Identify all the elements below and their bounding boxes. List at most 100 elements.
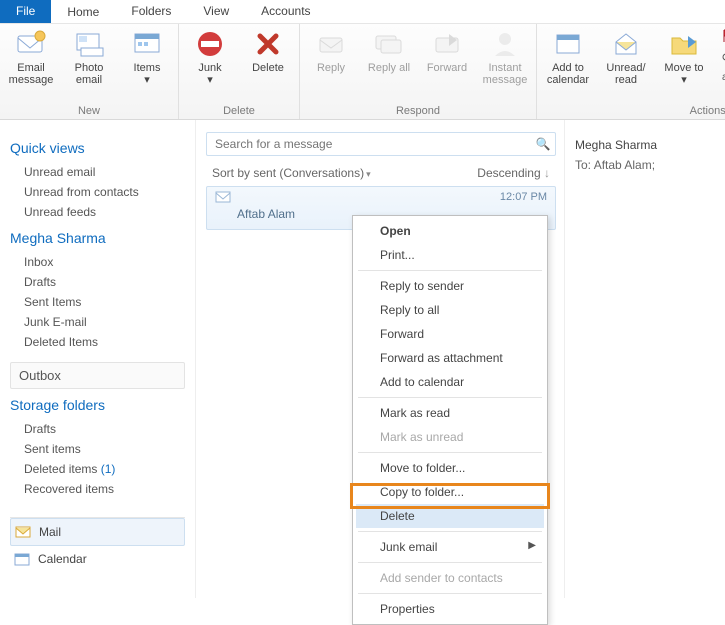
ribbon: Email message Photo email Items▾ New [0, 24, 725, 120]
x-delete-icon [252, 28, 284, 60]
unread-read-label: Unread/ read [601, 62, 651, 86]
person-icon [489, 28, 521, 60]
tab-view[interactable]: View [187, 0, 245, 23]
reading-from: Megha Sharma [575, 138, 715, 152]
storage-folders-header[interactable]: Storage folders [10, 397, 185, 413]
envelope-open-icon [610, 28, 642, 60]
sidebar-item-inbox[interactable]: Inbox [10, 252, 185, 272]
reading-to: To: Aftab Alam; [575, 158, 715, 172]
instant-message-button[interactable]: Instant message [480, 28, 530, 86]
photo-email-label: Photo email [64, 62, 114, 86]
encoding-icon: a字 [721, 68, 725, 84]
sidebar-item-unread-contacts[interactable]: Unread from contacts [10, 182, 185, 202]
watch-button[interactable]: Watch [721, 48, 725, 64]
group-actions: Add to calendar Unread/ read Move to▾ Fl… [537, 24, 725, 119]
ctx-sep [358, 593, 542, 594]
forward-icon [431, 28, 463, 60]
tab-home[interactable]: Home [51, 0, 115, 23]
account-header[interactable]: Megha Sharma [10, 230, 185, 246]
tab-accounts[interactable]: Accounts [245, 0, 326, 23]
ctx-reply-sender[interactable]: Reply to sender [356, 274, 544, 298]
calendar-icon [552, 28, 584, 60]
ctx-reply-all[interactable]: Reply to all [356, 298, 544, 322]
sort-by-dropdown[interactable]: Sort by sent (Conversations) [212, 166, 371, 180]
ctx-properties[interactable]: Properties [356, 597, 544, 621]
group-new: Email message Photo email Items▾ New [0, 24, 179, 119]
sort-order-toggle[interactable]: Descending [477, 166, 550, 180]
calendar-small-icon [14, 552, 30, 566]
ctx-copy-to[interactable]: Copy to folder... [356, 480, 544, 504]
photo-email-icon [73, 28, 105, 60]
nav-calendar[interactable]: Calendar [10, 546, 185, 572]
nav-mail[interactable]: Mail [10, 518, 185, 546]
group-respond-label: Respond [306, 103, 530, 117]
ctx-add-sender[interactable]: Add sender to contacts [356, 566, 544, 590]
reply-icon [315, 28, 347, 60]
group-delete-label: Delete [185, 103, 293, 117]
email-message-label: Email message [6, 62, 56, 86]
junk-label: Junk▾ [198, 62, 221, 86]
group-actions-label: Actions [543, 103, 725, 117]
ctx-mark-unread[interactable]: Mark as unread [356, 425, 544, 449]
glasses-icon [721, 48, 725, 64]
sidebar-item-sf-drafts[interactable]: Drafts [10, 419, 185, 439]
ctx-open[interactable]: Open [356, 219, 544, 243]
sidebar-item-sf-recovered[interactable]: Recovered items [10, 479, 185, 499]
unread-read-button[interactable]: Unread/ read [601, 28, 651, 86]
ctx-sep [358, 270, 542, 271]
folder-move-icon [668, 28, 700, 60]
outbox-section[interactable]: Outbox [10, 362, 185, 389]
items-label: Items▾ [134, 62, 161, 86]
sidebar-item-sf-sent[interactable]: Sent items [10, 439, 185, 459]
search-icon[interactable]: 🔍 [531, 137, 555, 151]
ctx-junk-email[interactable]: Junk email▶ [356, 535, 544, 559]
sidebar-item-drafts[interactable]: Drafts [10, 272, 185, 292]
reply-button[interactable]: Reply [306, 28, 356, 74]
flag-button[interactable]: Flag [721, 28, 725, 44]
junk-button[interactable]: Junk▾ [185, 28, 235, 86]
sidebar-item-sf-deleted[interactable]: Deleted items (1) [10, 459, 185, 479]
chevron-right-icon: ▶ [528, 540, 536, 551]
photo-email-button[interactable]: Photo email [64, 28, 114, 86]
reply-all-icon [373, 28, 405, 60]
ctx-sep [358, 562, 542, 563]
envelope-small-icon [215, 191, 231, 203]
sidebar: Quick views Unread email Unread from con… [0, 120, 196, 598]
group-respond: Reply Reply all Forward Instant message … [300, 24, 537, 119]
search-input[interactable] [207, 137, 531, 151]
nav-pane: Mail Calendar [10, 517, 185, 572]
items-button[interactable]: Items▾ [122, 28, 172, 86]
delete-button[interactable]: Delete [243, 28, 293, 74]
add-to-calendar-label: Add to calendar [543, 62, 593, 86]
reply-all-label: Reply all [368, 62, 410, 74]
sidebar-item-sent[interactable]: Sent Items [10, 292, 185, 312]
ctx-forward[interactable]: Forward [356, 322, 544, 346]
encoding-button[interactable]: a字Encoding ▾ [721, 68, 725, 84]
ctx-forward-attachment[interactable]: Forward as attachment [356, 346, 544, 370]
email-message-button[interactable]: Email message [6, 28, 56, 86]
ctx-mark-read[interactable]: Mark as read [356, 401, 544, 425]
no-entry-icon [194, 28, 226, 60]
tab-folders[interactable]: Folders [115, 0, 187, 23]
forward-button[interactable]: Forward [422, 28, 472, 74]
ctx-delete[interactable]: Delete [356, 504, 544, 528]
ctx-add-calendar[interactable]: Add to calendar [356, 370, 544, 394]
sidebar-item-unread-feeds[interactable]: Unread feeds [10, 202, 185, 222]
ctx-move-to[interactable]: Move to folder... [356, 456, 544, 480]
search-box[interactable]: 🔍 [206, 132, 556, 156]
ctx-sep [358, 531, 542, 532]
nav-mail-label: Mail [39, 525, 61, 539]
menubar: File Home Folders View Accounts [0, 0, 725, 24]
envelope-new-icon [15, 28, 47, 60]
nav-calendar-label: Calendar [38, 552, 87, 566]
sidebar-item-junk[interactable]: Junk E-mail [10, 312, 185, 332]
tab-file[interactable]: File [0, 0, 51, 23]
sidebar-item-deleted[interactable]: Deleted Items [10, 332, 185, 352]
sidebar-item-unread-email[interactable]: Unread email [10, 162, 185, 182]
add-to-calendar-button[interactable]: Add to calendar [543, 28, 593, 86]
reading-pane: Megha Sharma To: Aftab Alam; [565, 120, 725, 598]
reply-all-button[interactable]: Reply all [364, 28, 414, 74]
quick-views-header[interactable]: Quick views [10, 140, 185, 156]
ctx-print[interactable]: Print... [356, 243, 544, 267]
move-to-button[interactable]: Move to▾ [659, 28, 709, 86]
